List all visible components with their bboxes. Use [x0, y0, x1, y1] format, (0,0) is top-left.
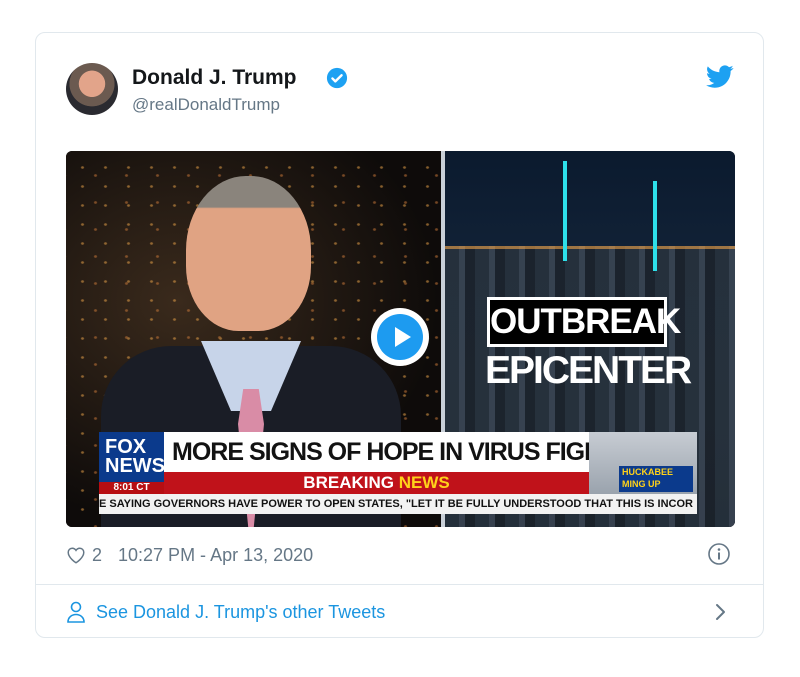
see-other-tweets-label: See Donald J. Trump's other Tweets [96, 601, 386, 622]
promo-line2: MING UP [622, 479, 661, 489]
play-icon [377, 314, 423, 360]
heart-icon[interactable] [66, 546, 86, 564]
promo-line1: HUCKABEE [622, 467, 674, 477]
like-count[interactable]: 2 [92, 545, 102, 566]
network-logo-line2: NEWS [105, 455, 165, 477]
chevron-right-icon[interactable] [714, 602, 728, 622]
news-lower-third: FOX NEWS 8:01 CT MORE SIGNS OF HOPE IN V… [99, 432, 697, 514]
twitter-bird-icon[interactable] [706, 65, 734, 89]
news-ticker: E SAYING GOVERNORS HAVE POWER TO OPEN ST… [99, 494, 697, 514]
news-word: NEWS [398, 473, 450, 492]
building-spire [563, 161, 567, 261]
verified-badge-icon [326, 67, 348, 89]
skyline-glow [445, 246, 735, 249]
upcoming-promo: HUCKABEE MING UP [589, 432, 697, 494]
network-time: 8:01 CT [99, 482, 164, 494]
avatar[interactable] [66, 63, 118, 115]
outbreak-label: OUTBREAK [487, 297, 681, 347]
video-thumbnail[interactable]: OUTBREAK EPICENTER FOX NEWS 8:01 CT MORE… [66, 151, 735, 527]
breaking-word: BREAKING [303, 473, 394, 492]
play-button[interactable] [371, 308, 429, 366]
epicenter-label: EPICENTER [485, 349, 692, 392]
anchor-head [186, 176, 311, 331]
news-headline: MORE SIGNS OF HOPE IN VIRUS FIGHT [164, 432, 589, 472]
see-other-tweets-link[interactable]: See Donald J. Trump's other Tweets [66, 600, 385, 624]
breaking-news-bar: BREAKING NEWS [164, 472, 589, 494]
building-spire [653, 181, 657, 271]
display-name[interactable]: Donald J. Trump [132, 66, 297, 90]
tweet-card: Donald J. Trump @realDonaldTrump OUTBREA… [35, 32, 764, 638]
user-handle[interactable]: @realDonaldTrump [132, 95, 280, 115]
tweet-meta: 2 10:27 PM - Apr 13, 2020 [66, 543, 313, 567]
person-icon [67, 601, 85, 623]
tweet-timestamp[interactable]: 10:27 PM - Apr 13, 2020 [118, 545, 313, 566]
divider [36, 584, 763, 585]
info-icon[interactable] [707, 542, 731, 566]
promo-label: HUCKABEE MING UP [619, 466, 693, 492]
